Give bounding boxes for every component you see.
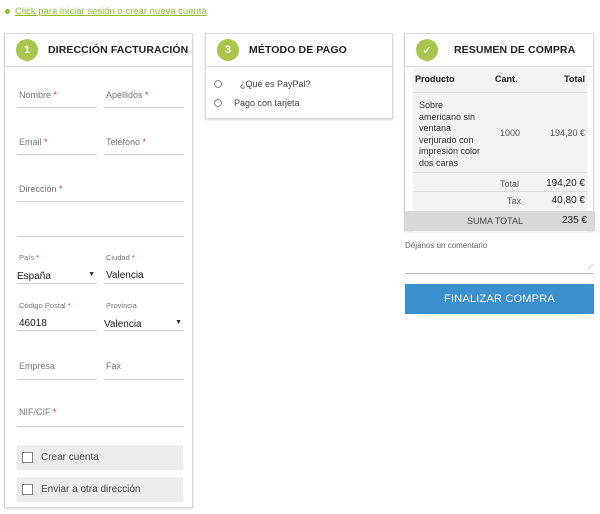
- payment-panel: 3 MÉTODO DE PAGO ¿Qué es PayPal? Pago co…: [205, 33, 393, 119]
- divider: [413, 92, 587, 93]
- check-icon: ✓: [416, 39, 438, 61]
- email-label: Email *: [19, 137, 48, 147]
- step-number-badge: 3: [217, 39, 239, 61]
- sum-total-value: 235 €: [561, 215, 587, 226]
- divider: [413, 191, 587, 192]
- summary-panel: ✓ RESUMEN DE COMPRA Producto Cant. Total…: [404, 33, 595, 232]
- card-label: Pago con tarjeta: [234, 98, 300, 108]
- ship-other-label: Enviar a otra dirección: [41, 484, 141, 495]
- card-option[interactable]: Pago con tarjeta: [214, 98, 300, 108]
- create-account-label: Crear cuenta: [41, 452, 99, 463]
- apellidos-field[interactable]: Apellidos *: [104, 82, 184, 108]
- tax-label: Tax: [507, 196, 522, 206]
- product-name: Sobre americano sin ventana verjurado co…: [419, 100, 481, 168]
- product-total: 194,20 €: [549, 128, 585, 138]
- billing-header: 1 DIRECCIÓN FACTURACIÓN: [5, 34, 192, 67]
- direccion-line2-field[interactable]: [17, 212, 184, 237]
- resize-handle-icon[interactable]: ⟋: [588, 264, 593, 272]
- email-field[interactable]: Email *: [17, 129, 97, 155]
- nif-field[interactable]: NIF/CIF *: [17, 399, 184, 427]
- pais-value: España: [17, 271, 51, 282]
- paypal-radio[interactable]: [214, 80, 222, 88]
- total-value: 194,20 €: [546, 178, 585, 189]
- bullet-icon: [5, 9, 10, 14]
- summary-table: Producto Cant. Total Sobre americano sin…: [413, 68, 587, 232]
- telefono-field[interactable]: Teléfono *: [104, 129, 184, 155]
- divider: [413, 172, 587, 173]
- total-label: Total: [500, 179, 520, 189]
- paypal-label[interactable]: ¿Qué es PayPal?: [240, 79, 311, 89]
- apellidos-label: Apellidos *: [106, 90, 149, 100]
- sum-total-label: SUMA TOTAL: [467, 216, 524, 226]
- summary-header: ✓ RESUMEN DE COMPRA: [405, 34, 593, 67]
- provincia-label: Provincia: [106, 301, 137, 310]
- payment-header: 3 MÉTODO DE PAGO: [206, 34, 392, 67]
- direccion-label: Dirección *: [19, 184, 63, 194]
- ciudad-field[interactable]: Ciudad * Valencia: [104, 249, 184, 284]
- payment-title: MÉTODO DE PAGO: [249, 44, 347, 56]
- card-radio[interactable]: [214, 99, 222, 107]
- provincia-select[interactable]: Provincia Valencia ▼: [104, 299, 184, 331]
- comment-label: Déjanos un comentario: [405, 241, 488, 250]
- tax-value: 40,80 €: [551, 195, 585, 206]
- billing-panel: 1 DIRECCIÓN FACTURACIÓN Nombre * Apellid…: [4, 33, 193, 508]
- telefono-label: Teléfono *: [106, 137, 147, 147]
- login-link-row: Click para iniciar sesión o crear nueva …: [5, 6, 207, 17]
- pais-select[interactable]: País * España ▼: [17, 249, 97, 284]
- sum-total-bar: SUMA TOTAL 235 €: [405, 211, 595, 231]
- ciudad-value: Valencia: [106, 270, 144, 281]
- product-qty: 1000: [500, 128, 521, 138]
- empresa-field[interactable]: Empresa: [17, 352, 97, 380]
- header-product: Producto: [415, 74, 455, 84]
- chevron-down-icon: ▼: [175, 319, 182, 326]
- fax-field[interactable]: Fax: [104, 352, 184, 380]
- empresa-label: Empresa: [19, 361, 56, 371]
- nombre-label: Nombre *: [19, 90, 58, 100]
- nif-label: NIF/CIF *: [19, 407, 57, 417]
- billing-title: DIRECCIÓN FACTURACIÓN: [48, 44, 189, 56]
- codigo-postal-label: Código Postal *: [19, 301, 71, 310]
- create-account-option[interactable]: Crear cuenta: [17, 445, 183, 470]
- provincia-value: Valencia: [104, 319, 142, 330]
- step-number-badge: 1: [16, 39, 38, 61]
- create-account-checkbox[interactable]: [22, 452, 33, 463]
- pais-label: País *: [19, 253, 40, 262]
- header-qty: Cant.: [495, 74, 518, 84]
- codigo-postal-value: 46018: [19, 318, 47, 329]
- header-total: Total: [564, 74, 585, 84]
- comment-textarea[interactable]: ⟋: [405, 254, 594, 274]
- paypal-option[interactable]: ¿Qué es PayPal?: [214, 79, 311, 89]
- summary-title: RESUMEN DE COMPRA: [454, 44, 576, 56]
- ciudad-label: Ciudad *: [106, 253, 135, 262]
- ship-other-checkbox[interactable]: [22, 484, 33, 495]
- login-link[interactable]: Click para iniciar sesión o crear nueva …: [15, 6, 207, 17]
- direccion-field[interactable]: Dirección *: [17, 176, 184, 202]
- codigo-postal-field[interactable]: Código Postal * 46018: [17, 299, 97, 331]
- finish-order-button[interactable]: FINALIZAR COMPRA: [405, 284, 594, 314]
- fax-label: Fax: [106, 361, 122, 371]
- nombre-field[interactable]: Nombre *: [17, 82, 97, 108]
- chevron-down-icon: ▼: [88, 271, 95, 278]
- ship-other-option[interactable]: Enviar a otra dirección: [17, 477, 183, 502]
